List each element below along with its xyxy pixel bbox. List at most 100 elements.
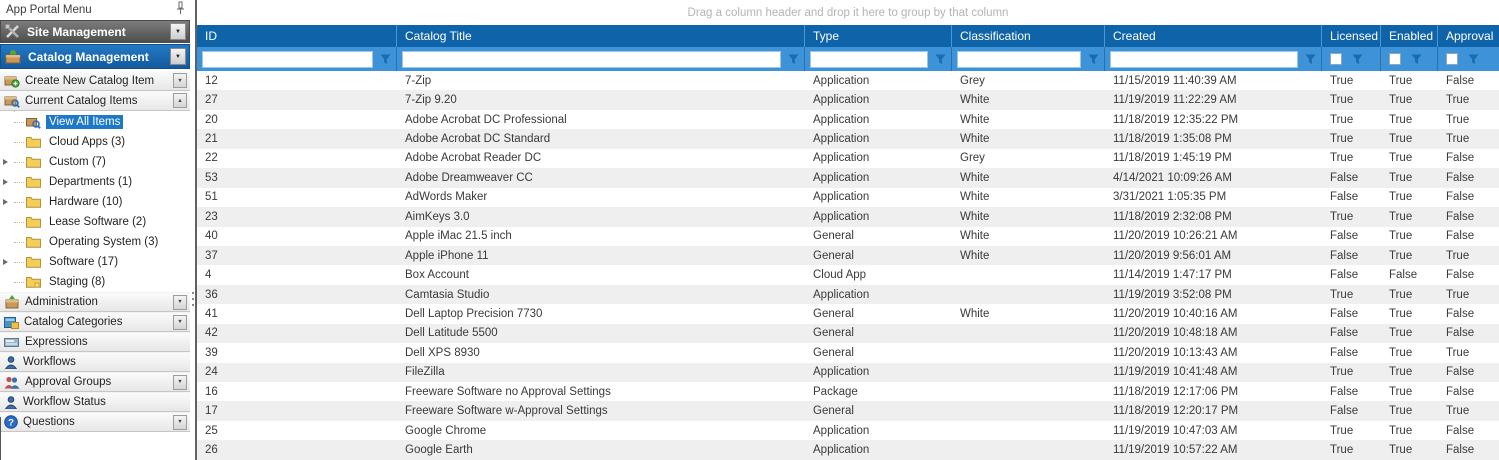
cell-type: General: [805, 347, 952, 359]
tree-item-operating-system[interactable]: Operating System (3): [0, 232, 190, 252]
chevron-down-icon[interactable]: [173, 315, 187, 330]
cell-licensed: False: [1322, 191, 1381, 203]
pin-icon[interactable]: [176, 1, 185, 18]
sidebar-item-questions[interactable]: ? Questions: [0, 412, 190, 432]
column-label: Approval: [1446, 29, 1493, 43]
table-row[interactable]: 51AdWords MakerApplicationWhite3/31/2021…: [197, 188, 1499, 207]
folder-icon: [26, 236, 41, 248]
table-row[interactable]: 4Box AccountCloud App11/14/2019 1:47:17 …: [197, 265, 1499, 284]
filter-funnel-icon[interactable]: [1085, 51, 1101, 67]
tree-item-hardware[interactable]: Hardware (10): [0, 192, 190, 212]
tree-item-cloud-apps[interactable]: Cloud Apps (3): [0, 132, 190, 152]
filter-funnel-icon[interactable]: [1302, 51, 1318, 67]
sidebar-item-expressions[interactable]: Expressions: [0, 332, 190, 352]
table-row[interactable]: 25Google ChromeApplication11/19/2019 10:…: [197, 421, 1499, 440]
table-row[interactable]: 23AimKeys 3.0ApplicationWhite11/18/2019 …: [197, 207, 1499, 226]
tree-item-software[interactable]: Software (17): [0, 252, 190, 272]
group-drop-zone[interactable]: Drag a column header and drop it here to…: [197, 0, 1499, 25]
table-row[interactable]: 127-ZipApplicationGrey11/15/2019 11:40:3…: [197, 71, 1499, 90]
column-header-catalog-title[interactable]: Catalog Title: [397, 25, 805, 47]
filter-funnel-icon[interactable]: [1408, 51, 1424, 67]
tree-item-staging[interactable]: Staging (8): [0, 272, 190, 292]
cell-id: 16: [197, 386, 397, 398]
table-row[interactable]: 40Apple iMac 21.5 inchGeneralWhite11/20/…: [197, 227, 1499, 246]
cell-created: 11/18/2019 1:45:19 PM: [1105, 152, 1322, 164]
sidebar-item-approval-groups[interactable]: Approval Groups: [0, 372, 190, 392]
column-header-type[interactable]: Type: [805, 25, 952, 47]
filter-input-catalog-title[interactable]: [402, 51, 781, 68]
table-row[interactable]: 42Dell Latitude 5500General11/20/2019 10…: [197, 324, 1499, 343]
cell-licensed: False: [1322, 327, 1381, 339]
expand-arrow-icon[interactable]: [3, 259, 8, 265]
table-row[interactable]: 16Freeware Software no Approval Settings…: [197, 382, 1499, 401]
table-row[interactable]: 37Apple iPhone 11GeneralWhite11/20/2019 …: [197, 246, 1499, 265]
chevron-down-icon[interactable]: [170, 48, 186, 65]
filter-input-created[interactable]: [1110, 51, 1298, 68]
expand-arrow-icon[interactable]: [3, 199, 8, 205]
sidebar-item-label: Approval Groups: [25, 376, 111, 388]
chevron-down-icon[interactable]: [173, 295, 187, 310]
table-row[interactable]: 36Camtasia StudioApplication11/19/2019 3…: [197, 285, 1499, 304]
column-header-enabled[interactable]: Enabled: [1381, 25, 1438, 47]
column-header-created[interactable]: Created: [1105, 25, 1322, 47]
cell-classification: White: [952, 191, 1105, 203]
sidebar-item-catalog-categories[interactable]: Catalog Categories: [0, 312, 190, 332]
filter-funnel-icon[interactable]: [1349, 51, 1365, 67]
chevron-up-icon[interactable]: [173, 93, 187, 108]
table-row[interactable]: 17Freeware Software w-Approval SettingsG…: [197, 401, 1499, 420]
table-row[interactable]: 277-Zip 9.20ApplicationWhite11/19/2019 1…: [197, 90, 1499, 109]
cell-licensed: False: [1322, 308, 1381, 320]
sidebar-item-create-new-catalog-item[interactable]: Create New Catalog Item: [0, 71, 190, 91]
sidebar-item-site-management[interactable]: Site Management: [0, 20, 190, 43]
filter-funnel-icon[interactable]: [1465, 51, 1481, 67]
filter-input-classification[interactable]: [957, 51, 1081, 68]
filter-checkbox-licensed[interactable]: [1330, 53, 1342, 65]
cell-title: Box Account: [397, 269, 805, 281]
cell-title: Camtasia Studio: [397, 289, 805, 301]
tree-item-departments[interactable]: Departments (1): [0, 172, 190, 192]
table-row[interactable]: 39Dell XPS 8930General11/20/2019 10:13:4…: [197, 343, 1499, 362]
column-header-licensed[interactable]: Licensed: [1322, 25, 1381, 47]
filter-checkbox-enabled[interactable]: [1389, 53, 1401, 65]
cell-type: General: [805, 308, 952, 320]
expand-arrow-icon[interactable]: [3, 159, 8, 165]
table-row[interactable]: 21Adobe Acrobat DC StandardApplicationWh…: [197, 129, 1499, 148]
filter-checkbox-approval[interactable]: [1446, 53, 1458, 65]
table-row[interactable]: 24FileZillaApplication11/19/2019 10:41:4…: [197, 363, 1499, 382]
cell-approval: False: [1438, 211, 1499, 223]
cell-created: 11/20/2019 10:40:16 AM: [1105, 308, 1322, 320]
filter-funnel-icon[interactable]: [377, 51, 393, 67]
sidebar-item-administration[interactable]: Administration: [0, 292, 190, 312]
filter-input-id[interactable]: [202, 51, 373, 68]
sidebar-splitter[interactable]: [190, 0, 197, 460]
chevron-down-icon[interactable]: [173, 415, 187, 430]
cell-classification: Grey: [952, 75, 1105, 87]
sidebar-item-catalog-management[interactable]: Catalog Management: [0, 44, 190, 69]
chevron-down-icon[interactable]: [173, 375, 187, 390]
filter-funnel-icon[interactable]: [785, 51, 801, 67]
column-header-id[interactable]: ID: [197, 25, 397, 47]
table-row[interactable]: 41Dell Laptop Precision 7730GeneralWhite…: [197, 304, 1499, 323]
cell-approval: True: [1438, 347, 1499, 359]
cell-created: 11/18/2019 12:17:06 PM: [1105, 386, 1322, 398]
tree-item-view-all-items[interactable]: View All Items: [0, 112, 190, 132]
sidebar-item-workflow-status[interactable]: Workflow Status: [0, 392, 190, 412]
sidebar-item-current-catalog-items[interactable]: Current Catalog Items: [0, 91, 190, 111]
tree-item-custom[interactable]: Custom (7): [0, 152, 190, 172]
chevron-down-icon[interactable]: [170, 23, 186, 40]
table-row[interactable]: 22Adobe Acrobat Reader DCApplicationGrey…: [197, 149, 1499, 168]
sidebar-item-workflows[interactable]: Workflows: [0, 352, 190, 372]
tree-item-lease-software[interactable]: Lease Software (2): [0, 212, 190, 232]
table-row[interactable]: 53Adobe Dreamweaver CCApplicationWhite4/…: [197, 168, 1499, 187]
filter-input-type[interactable]: [810, 51, 928, 68]
column-header-classification[interactable]: Classification: [952, 25, 1105, 47]
expand-arrow-icon[interactable]: [3, 179, 8, 185]
column-header-approval[interactable]: Approval: [1438, 25, 1499, 47]
table-row[interactable]: 26Google EarthApplication11/19/2019 10:5…: [197, 440, 1499, 459]
cell-title: Freeware Software w-Approval Settings: [397, 405, 805, 417]
tree-item-label: Cloud Apps (3): [46, 135, 128, 149]
chevron-down-icon[interactable]: [173, 73, 187, 88]
filter-funnel-icon[interactable]: [932, 51, 948, 67]
sidebar-item-label: Workflow Status: [23, 396, 106, 408]
table-row[interactable]: 20Adobe Acrobat DC ProfessionalApplicati…: [197, 110, 1499, 129]
